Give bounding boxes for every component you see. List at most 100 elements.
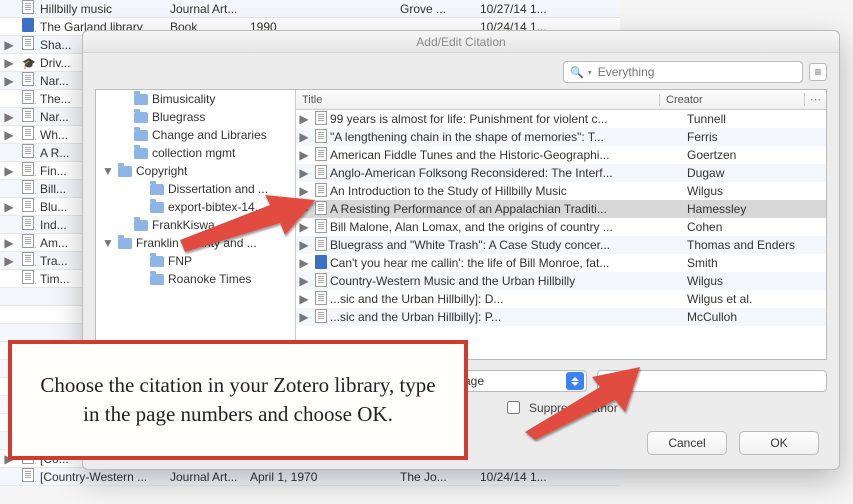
document-icon bbox=[22, 126, 34, 140]
item-title: American Fiddle Tunes and the Historic-G… bbox=[330, 148, 681, 162]
citation-item[interactable]: ▶Can't you hear me callin': the life of … bbox=[296, 254, 826, 272]
bg-title: Hillbilly music bbox=[36, 2, 166, 16]
folder-icon bbox=[150, 202, 164, 213]
citation-item[interactable]: ▶...sic and the Urban Hillbilly]: D...Wi… bbox=[296, 290, 826, 308]
citation-item[interactable]: ▶An Introduction to the Study of Hillbil… bbox=[296, 182, 826, 200]
item-creator: Cohen bbox=[681, 220, 826, 234]
item-creator: Dugaw bbox=[681, 166, 826, 180]
folder-icon bbox=[134, 148, 148, 159]
document-icon bbox=[22, 216, 34, 230]
collection-label: Copyright bbox=[136, 164, 295, 178]
collection-label: Bluegrass bbox=[152, 110, 295, 124]
document-icon bbox=[22, 468, 34, 482]
bg-publisher: The Jo... bbox=[396, 470, 476, 484]
bg-type: Journal Art... bbox=[166, 470, 246, 484]
document-icon bbox=[315, 309, 327, 323]
search-field[interactable]: 🔍 ▾ bbox=[563, 61, 803, 83]
cancel-button[interactable]: Cancel bbox=[647, 431, 727, 455]
disclosure-triangle-icon: ▶ bbox=[296, 130, 312, 144]
document-icon bbox=[315, 147, 327, 161]
column-title[interactable]: Title bbox=[296, 94, 659, 106]
document-icon bbox=[22, 234, 34, 248]
item-title: ...sic and the Urban Hillbilly]: P... bbox=[330, 310, 681, 324]
item-title: An Introduction to the Study of Hillbill… bbox=[330, 184, 681, 198]
collection-folder[interactable]: Roanoke Times bbox=[96, 270, 295, 288]
instruction-text: Choose the citation in your Zotero libra… bbox=[32, 371, 444, 430]
item-title: Country-Western Music and the Urban Hill… bbox=[330, 274, 681, 288]
disclosure-triangle-icon: ▶ bbox=[0, 254, 18, 268]
collection-folder[interactable]: Bluegrass bbox=[96, 108, 295, 126]
book-icon bbox=[22, 18, 34, 32]
disclosure-triangle-icon: ▶ bbox=[296, 166, 312, 180]
document-icon bbox=[315, 291, 327, 305]
folder-icon bbox=[134, 130, 148, 141]
citation-item[interactable]: ▶ American Fiddle Tunes and the Historic-… bbox=[296, 146, 826, 164]
item-title: Bill Malone, Alan Lomax, and the origins… bbox=[330, 220, 681, 234]
disclosure-triangle-icon: ▶ bbox=[0, 200, 18, 214]
document-icon bbox=[22, 0, 34, 14]
items-header: Title Creator ⋯ bbox=[296, 90, 826, 110]
document-icon bbox=[22, 270, 34, 284]
background-row[interactable]: Hillbilly musicJournal Art...Grove ...10… bbox=[0, 0, 620, 18]
graduation-cap-icon bbox=[22, 56, 36, 70]
search-scope-chevron-icon: ▾ bbox=[588, 68, 592, 77]
disclosure-triangle-icon: ▶ bbox=[296, 112, 312, 126]
column-creator[interactable]: Creator bbox=[659, 94, 804, 106]
citation-item[interactable]: ▶Bluegrass and "White Trash": A Case Stu… bbox=[296, 236, 826, 254]
item-title: Bluegrass and "White Trash": A Case Stud… bbox=[330, 238, 681, 252]
document-icon bbox=[22, 252, 34, 266]
suppress-author-checkbox[interactable] bbox=[507, 401, 520, 414]
collection-label: Bimusicality bbox=[152, 92, 295, 106]
item-title: ...sic and the Urban Hillbilly]: D... bbox=[330, 292, 681, 306]
disclosure-triangle-icon: ▶ bbox=[296, 148, 312, 162]
disclosure-triangle-icon: ▶ bbox=[0, 56, 18, 70]
column-picker-icon[interactable]: ⋯ bbox=[804, 93, 826, 106]
folder-icon bbox=[134, 220, 148, 231]
item-title: A Resisting Performance of an Appalachia… bbox=[330, 202, 681, 216]
ok-button[interactable]: OK bbox=[739, 431, 819, 455]
collection-folder[interactable]: ▼Copyright bbox=[96, 162, 295, 180]
bg-year: April 1, 1970 bbox=[246, 470, 396, 484]
item-creator: Tunnell bbox=[681, 112, 826, 126]
citation-item[interactable]: ▶Country-Western Music and the Urban Hil… bbox=[296, 272, 826, 290]
disclosure-triangle-icon: ▶ bbox=[0, 236, 18, 250]
citation-item[interactable]: ▶"A lengthening chain in the shape of me… bbox=[296, 128, 826, 146]
citation-item[interactable]: ▶ 99 years is almost for life: Punishment… bbox=[296, 110, 826, 128]
bg-type: Journal Art... bbox=[166, 2, 246, 16]
document-icon bbox=[22, 144, 34, 158]
folder-icon bbox=[150, 256, 164, 267]
disclosure-triangle-icon: ▼ bbox=[102, 236, 114, 250]
document-icon bbox=[315, 273, 327, 287]
item-title: 99 years is almost for life: Punishment … bbox=[330, 112, 681, 126]
document-icon bbox=[315, 111, 327, 125]
citation-item[interactable]: ▶Bill Malone, Alan Lomax, and the origin… bbox=[296, 218, 826, 236]
item-creator: Smith bbox=[681, 256, 826, 270]
document-icon bbox=[22, 162, 34, 176]
search-input[interactable] bbox=[596, 64, 796, 80]
document-icon bbox=[22, 36, 34, 50]
disclosure-triangle-icon: ▶ bbox=[0, 74, 18, 88]
collection-folder[interactable]: collection mgmt bbox=[96, 144, 295, 162]
disclosure-triangle-icon: ▶ bbox=[296, 292, 312, 306]
citation-item[interactable]: ▶Anglo-American Folksong Reconsidered: T… bbox=[296, 164, 826, 182]
citation-item[interactable]: ▶A Resisting Performance of an Appalachi… bbox=[296, 200, 826, 218]
item-creator: McCulloh bbox=[681, 310, 826, 324]
collection-folder[interactable]: Bimusicality bbox=[96, 90, 295, 108]
item-creator: Ferris bbox=[681, 130, 826, 144]
annotation-arrow-1 bbox=[170, 190, 320, 260]
disclosure-triangle-icon: ▶ bbox=[296, 310, 312, 324]
item-creator: Wilgus bbox=[681, 184, 826, 198]
items-pane: Title Creator ⋯ ▶ 99 years is almost for … bbox=[296, 90, 826, 359]
citation-item[interactable]: ▶ ...sic and the Urban Hillbilly]: P...Mc… bbox=[296, 308, 826, 326]
folder-icon bbox=[118, 238, 132, 249]
item-creator: Thomas and Enders bbox=[681, 238, 826, 252]
document-icon bbox=[22, 180, 34, 194]
bg-date: 10/24/14 1... bbox=[476, 470, 566, 484]
disclosure-triangle-icon: ▶ bbox=[0, 128, 18, 142]
search-icon: 🔍 bbox=[570, 66, 584, 79]
background-row[interactable]: [Country-Western ...Journal Art...April … bbox=[0, 468, 620, 486]
collection-folder[interactable]: Change and Libraries bbox=[96, 126, 295, 144]
items-list[interactable]: ▶ 99 years is almost for life: Punishment… bbox=[296, 110, 826, 359]
view-options-button[interactable]: ≡ bbox=[809, 63, 827, 81]
collection-label: Roanoke Times bbox=[168, 272, 295, 286]
